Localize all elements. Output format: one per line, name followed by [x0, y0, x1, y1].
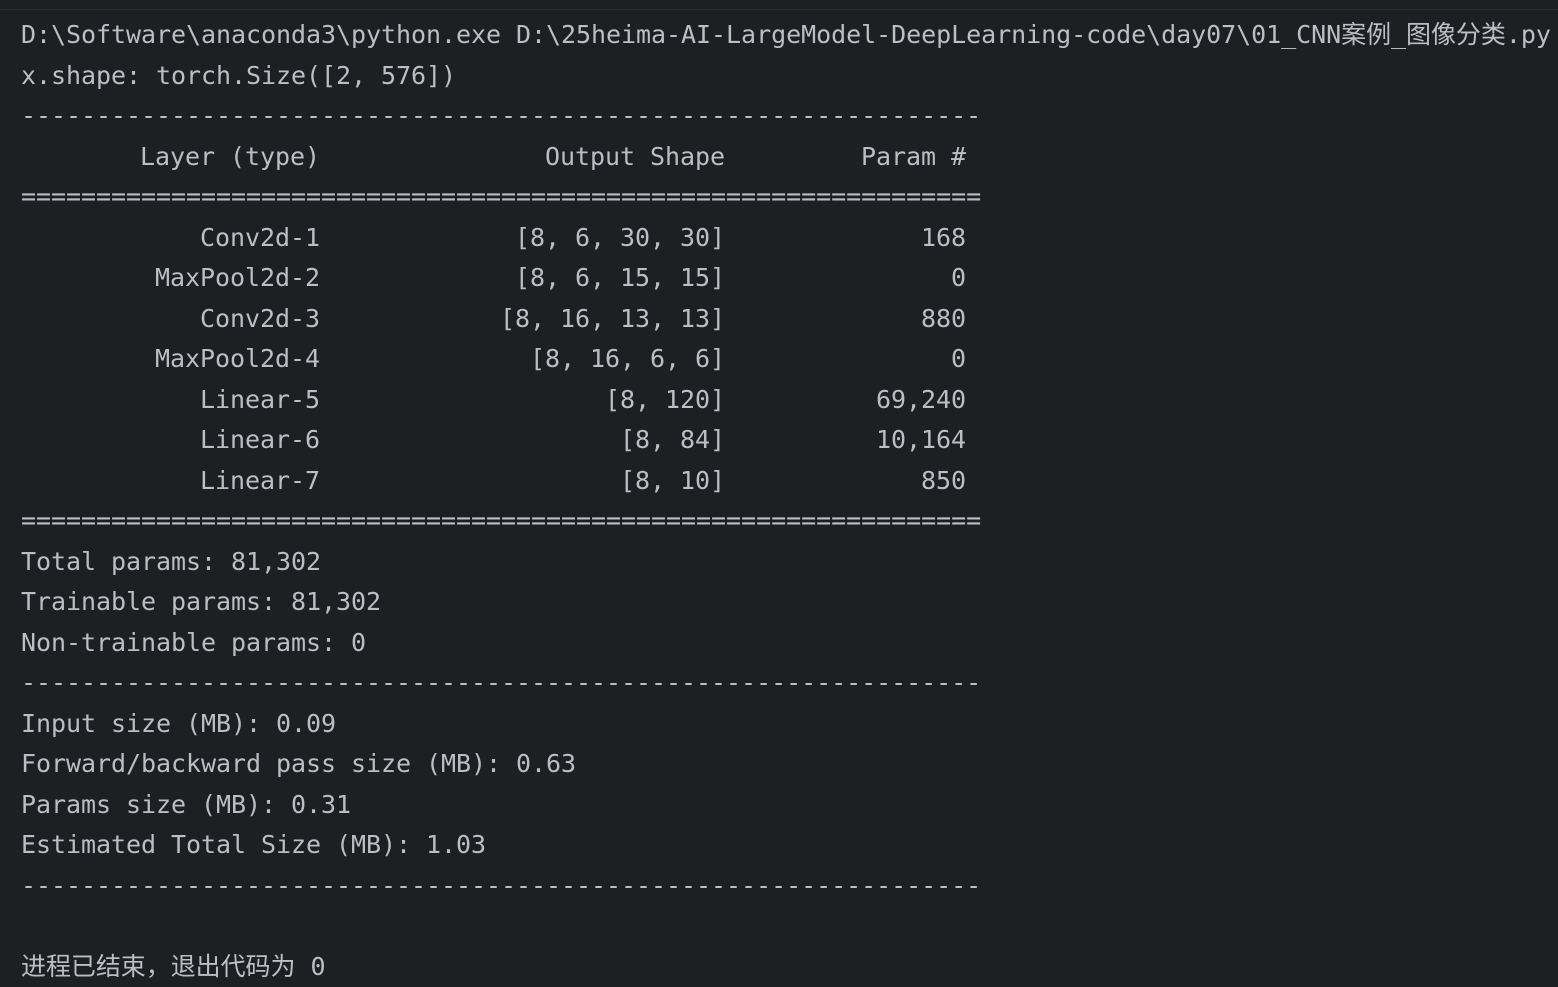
- shape-output-line: x.shape: torch.Size([2, 576]): [21, 60, 457, 90]
- run-console-output[interactable]: D:\Software\anaconda3\python.exe D:\25he…: [21, 15, 1558, 987]
- layer-output-shape: [8, 84]: [619, 425, 725, 454]
- dash-separator: ----------------------------------------…: [21, 668, 981, 697]
- console-top-edge: [0, 0, 1558, 10]
- header-layer: Layer (type): [139, 141, 320, 171]
- layer-param-count: 168: [920, 222, 966, 252]
- header-output-shape: Output Shape: [544, 141, 725, 171]
- table-row: Linear-6 [8, 84] 10,164: [21, 420, 1558, 461]
- forward-backward-size-line: Forward/backward pass size (MB): 0.63: [21, 749, 577, 778]
- layer-output-shape: [8, 6, 15, 15]: [514, 263, 725, 292]
- layer-output-shape: [8, 16, 6, 6]: [529, 344, 725, 373]
- layer-name: Conv2d-1: [199, 222, 320, 252]
- table-row: Conv2d-3 [8, 16, 13, 13] 880: [21, 299, 1558, 340]
- command-line[interactable]: D:\Software\anaconda3\python.exe D:\25he…: [21, 15, 1558, 56]
- layer-name: MaxPool2d-2: [154, 263, 320, 292]
- dash-separator: ----------------------------------------…: [21, 101, 981, 130]
- layer-param-count: 880: [920, 303, 966, 333]
- layer-output-shape: [8, 10]: [619, 465, 725, 495]
- layer-param-count: 69,240: [875, 384, 966, 414]
- layer-name: MaxPool2d-4: [154, 344, 320, 373]
- layer-name: Linear-6: [199, 425, 320, 454]
- eq-separator: ========================================…: [21, 182, 981, 211]
- table-row: Linear-7 [8, 10] 850: [21, 461, 1558, 502]
- header-param: Param #: [860, 141, 966, 171]
- dash-separator: ----------------------------------------…: [21, 870, 981, 900]
- layer-output-shape: [8, 16, 13, 13]: [499, 303, 725, 333]
- summary-header-row: Layer (type) Output Shape Param #: [21, 137, 1558, 178]
- eq-separator: ========================================…: [21, 506, 981, 535]
- layer-param-count: 850: [920, 465, 966, 495]
- layer-output-shape: [8, 6, 30, 30]: [514, 222, 725, 252]
- layer-output-shape: [8, 120]: [604, 384, 725, 414]
- trainable-params-line: Trainable params: 81,302: [21, 587, 382, 616]
- input-size-line: Input size (MB): 0.09: [21, 708, 337, 738]
- process-exit-message: 进程已结束，退出代码为 0: [21, 951, 326, 981]
- non-trainable-params-line: Non-trainable params: 0: [21, 627, 367, 657]
- layer-name: Linear-5: [199, 384, 320, 414]
- layer-param-count: 0: [950, 344, 966, 373]
- params-size-line: Params size (MB): 0.31: [21, 789, 352, 819]
- table-row: Linear-5 [8, 120] 69,240: [21, 380, 1558, 421]
- total-params-line: Total params: 81,302: [21, 546, 322, 576]
- layer-table: Conv2d-1 [8, 6, 30, 30] 168 MaxPool2d-2 …: [21, 218, 1558, 502]
- estimated-total-size-line: Estimated Total Size (MB): 1.03: [21, 830, 487, 859]
- table-row: MaxPool2d-2 [8, 6, 15, 15] 0: [21, 258, 1558, 299]
- layer-param-count: 0: [950, 263, 966, 292]
- table-row: Conv2d-1 [8, 6, 30, 30] 168: [21, 218, 1558, 259]
- layer-name: Linear-7: [199, 465, 320, 495]
- layer-param-count: 10,164: [875, 425, 966, 454]
- layer-name: Conv2d-3: [199, 303, 320, 333]
- table-row: MaxPool2d-4 [8, 16, 6, 6] 0: [21, 339, 1558, 380]
